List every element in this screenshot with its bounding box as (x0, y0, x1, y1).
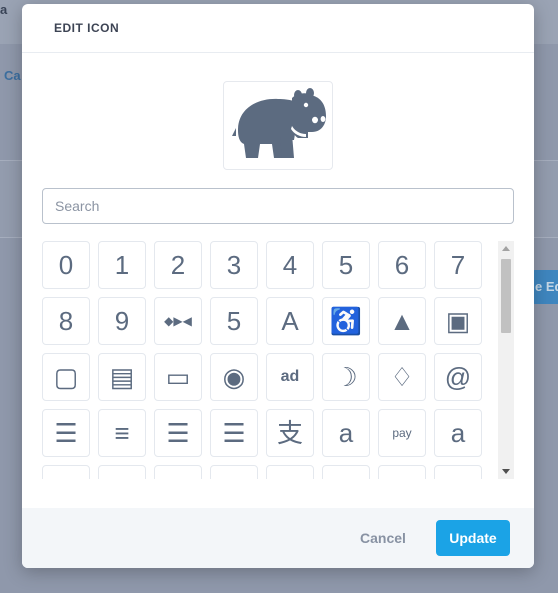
scroll-down-arrow-icon[interactable] (502, 469, 510, 474)
icon-option-accusoft[interactable]: ▲ (378, 297, 426, 345)
icon-preview (223, 81, 333, 170)
align-left-icon: ☰ (166, 418, 190, 448)
align-center-icon: ☰ (54, 418, 78, 448)
icon-option-align-justify[interactable]: ≡ (98, 409, 146, 457)
icon-option-digit-5[interactable]: 5 (322, 241, 370, 289)
icon-option-digit-8[interactable]: 8 (42, 297, 90, 345)
letter-a-icon: A (281, 306, 299, 336)
background-header-text: a (0, 2, 8, 17)
modal-title: EDIT ICON (54, 21, 120, 35)
icon-option-alipay[interactable]: 支 (266, 409, 314, 457)
adversal-icon: ad (280, 368, 300, 385)
icon-option-affiliatetheme[interactable]: ☽ (322, 353, 370, 401)
icon-option-amazon[interactable]: a (322, 409, 370, 457)
digit-8-icon: 8 (58, 306, 74, 336)
modal-header: EDIT ICON (22, 4, 534, 53)
partial-icon: • (285, 476, 294, 479)
accessible-icon: ♿ (329, 306, 363, 336)
icon-grid: 0 1 2 3 4 5 6 7 8 9 ◆▶◀ 5 A ♿ ▲ ▣ ▢ ▤ ▭ ◉ ad ☽ ♢ @ ☰ ≡ ☰ ☰ 支 a pay a • • •… (42, 241, 514, 479)
500px-icon: 5 (226, 306, 242, 336)
digit-9-icon: 9 (114, 306, 130, 336)
partial-icon: • (173, 476, 182, 479)
partial-icon: • (117, 476, 126, 479)
icon-option-partial[interactable] (378, 465, 426, 479)
icon-option-letter-a-bold[interactable]: a (434, 409, 482, 457)
background-link: Ca (4, 68, 21, 83)
icon-option-address-card[interactable]: ▤ (98, 353, 146, 401)
icon-option-500px[interactable]: 5 (210, 297, 258, 345)
amazon-icon: a (338, 418, 354, 448)
address-card-icon: ▤ (109, 362, 135, 392)
address-card-outline-icon: ▭ (165, 362, 191, 392)
42-group-icon: ◆▶◀ (164, 314, 192, 328)
icon-option-partial[interactable]: • (154, 465, 202, 479)
icon-option-digit-1[interactable]: 1 (98, 241, 146, 289)
address-book-icon: ▣ (445, 306, 471, 336)
scroll-up-arrow-icon[interactable] (502, 246, 510, 251)
icon-option-algolia[interactable]: @ (434, 353, 482, 401)
background-edit-button: e Ed (531, 270, 558, 304)
update-button[interactable]: Update (436, 520, 510, 556)
modal-footer: Cancel Update (22, 508, 534, 568)
edit-icon-modal: EDIT ICON Search 0 1 2 3 4 5 6 7 8 9 ◆▶◀… (22, 4, 534, 568)
icon-option-airbnb[interactable]: ♢ (378, 353, 426, 401)
icon-option-address-book[interactable]: ▣ (434, 297, 482, 345)
icon-option-digit-2[interactable]: 2 (154, 241, 202, 289)
adn-icon: ◉ (222, 362, 246, 392)
airbnb-icon: ♢ (390, 362, 414, 392)
digit-2-icon: 2 (170, 250, 186, 280)
affiliatetheme-icon: ☽ (334, 362, 358, 392)
icon-option-digit-3[interactable]: 3 (210, 241, 258, 289)
digit-5-icon: 5 (338, 250, 354, 280)
digit-1-icon: 1 (114, 250, 130, 280)
align-right-icon: ☰ (222, 418, 246, 448)
icon-option-digit-0[interactable]: 0 (42, 241, 90, 289)
icon-option-address-card-outline[interactable]: ▭ (154, 353, 202, 401)
icon-option-partial[interactable] (322, 465, 370, 479)
algolia-icon: @ (444, 362, 472, 392)
icon-option-align-right[interactable]: ☰ (210, 409, 258, 457)
align-justify-icon: ≡ (114, 418, 130, 448)
digit-3-icon: 3 (226, 250, 242, 280)
icon-option-accessible[interactable]: ♿ (322, 297, 370, 345)
digit-6-icon: 6 (394, 250, 410, 280)
icon-option-adn[interactable]: ◉ (210, 353, 258, 401)
icon-option-digit-6[interactable]: 6 (378, 241, 426, 289)
cancel-button[interactable]: Cancel (360, 530, 406, 546)
digit-0-icon: 0 (58, 250, 74, 280)
partial-icon: • (229, 476, 238, 479)
scrollbar-thumb[interactable] (501, 259, 511, 333)
icon-option-partial[interactable]: • (266, 465, 314, 479)
hippo-icon (232, 88, 326, 158)
icon-option-digit-9[interactable]: 9 (98, 297, 146, 345)
digit-7-icon: 7 (450, 250, 466, 280)
icon-grid-scrollbar[interactable] (498, 241, 514, 479)
alipay-icon: 支 (276, 418, 303, 448)
icon-option-align-left[interactable]: ☰ (154, 409, 202, 457)
partial-icon: • (61, 476, 70, 479)
icon-option-partial[interactable] (434, 465, 482, 479)
icon-search-input[interactable] (42, 188, 514, 224)
accusoft-icon: ▲ (389, 306, 415, 336)
icon-option-align-center[interactable]: ☰ (42, 409, 90, 457)
icon-option-address-book-outline[interactable]: ▢ (42, 353, 90, 401)
icon-option-partial[interactable]: • (98, 465, 146, 479)
icon-option-amazon-pay[interactable]: pay (378, 409, 426, 457)
icon-option-digit-4[interactable]: 4 (266, 241, 314, 289)
icon-option-partial[interactable]: • (42, 465, 90, 479)
icon-option-42-group[interactable]: ◆▶◀ (154, 297, 202, 345)
icon-option-partial[interactable]: • (210, 465, 258, 479)
icon-option-adversal[interactable]: ad (266, 353, 314, 401)
letter-a-bold-icon: a (450, 418, 466, 448)
icon-option-letter-a[interactable]: A (266, 297, 314, 345)
digit-4-icon: 4 (282, 250, 298, 280)
icon-option-digit-7[interactable]: 7 (434, 241, 482, 289)
address-book-outline-icon: ▢ (53, 362, 79, 392)
amazon-pay-icon: pay (392, 426, 412, 440)
